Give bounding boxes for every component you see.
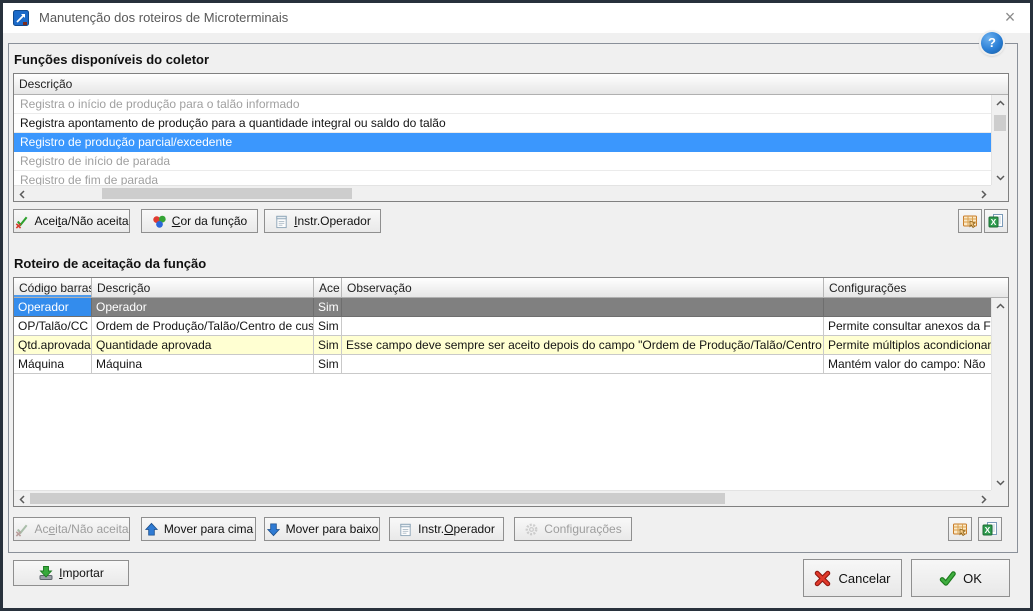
excel-icon: X (988, 213, 1004, 229)
scroll-right-icon[interactable] (976, 186, 991, 202)
functions-list-rows: Registra o início de produção para o tal… (14, 95, 991, 185)
cell-codigo: Máquina (14, 355, 92, 374)
cell-ace: Sim (314, 336, 342, 355)
notepad-icon (274, 214, 289, 229)
cell-ace: Sim (314, 298, 342, 317)
titlebar: Manutenção dos roteiros de Microterminai… (3, 3, 1030, 33)
column-header-ace[interactable]: Ace (314, 278, 342, 297)
cell-observacao (342, 298, 824, 317)
check-x-icon (14, 214, 29, 229)
cancelar-button[interactable]: Cancelar (803, 559, 902, 597)
import-icon (38, 565, 54, 581)
function-row[interactable]: Registra apontamento de produção para a … (14, 114, 991, 133)
grid-hand-icon (962, 213, 978, 229)
cell-configuracoes: Permite múltiplos acondicionament (824, 336, 991, 355)
excel-export-button[interactable]: X (984, 209, 1008, 233)
cell-codigo: Qtd.aprovada (14, 336, 92, 355)
aceita-nao-aceita-button[interactable]: Aceita/Não aceita (13, 209, 130, 233)
notepad-icon (398, 522, 413, 537)
grid-export-button[interactable] (958, 209, 982, 233)
scroll-left-icon[interactable] (14, 491, 29, 507)
cell-observacao (342, 355, 824, 374)
roteiro-row[interactable]: Operador Operador Sim (14, 298, 991, 317)
cell-codigo: Operador (14, 298, 92, 317)
aceita-nao-aceita-button-2[interactable]: Aceita/Não aceita (13, 517, 130, 541)
function-row[interactable]: Registro de produção parcial/excedente (14, 133, 991, 152)
roteiro-hscrollbar[interactable] (14, 490, 991, 506)
cell-configuracoes: Mantém valor do campo: Não (824, 355, 991, 374)
function-row[interactable]: Registro de início de parada (14, 152, 991, 171)
scroll-right-icon[interactable] (976, 491, 991, 507)
cell-configuracoes: Permite consultar anexos da Form (824, 317, 991, 336)
roteiro-table-rows: Operador Operador Sim OP/Talão/CC Ordem de P… (14, 298, 991, 490)
instr-operador-button[interactable]: Instr.Operador (264, 209, 381, 233)
hscroll-thumb[interactable] (30, 493, 725, 504)
check-x-icon (14, 522, 29, 537)
functions-listbox: Descrição Registra o início de produção … (13, 73, 1009, 202)
roteiro-row[interactable]: Qtd.aprovada Quantidade aprovada Sim Esse c… (14, 336, 991, 355)
roteiro-table-header: Código barras Descrição Ace Observação C… (14, 278, 1008, 298)
app-icon (13, 10, 29, 26)
importar-button[interactable]: Importar (13, 560, 129, 586)
cell-configuracoes (824, 298, 991, 317)
functions-list-header[interactable]: Descrição (14, 74, 1008, 95)
configuracoes-button[interactable]: Configurações (514, 517, 632, 541)
excel-icon: X (982, 521, 998, 537)
cell-descricao: Operador (92, 298, 314, 317)
instr-operador-button-2[interactable]: Instr.Operador (389, 517, 504, 541)
arrow-down-icon (266, 522, 281, 537)
arrow-up-icon (144, 522, 159, 537)
mover-para-cima-button[interactable]: Mover para cima (141, 517, 256, 541)
dialog-window: Manutenção dos roteiros de Microterminai… (0, 0, 1033, 611)
roteiro-row[interactable]: OP/Talão/CC Ordem de Produção/Talão/Centr… (14, 317, 991, 336)
column-header-codigo[interactable]: Código barras (14, 278, 92, 297)
roteiro-row[interactable]: Máquina Máquina Sim Mantém valor do campo: … (14, 355, 991, 374)
cell-observacao: Esse campo deve sempre ser aceito depois… (342, 336, 824, 355)
gear-icon (524, 522, 539, 537)
cell-ace: Sim (314, 355, 342, 374)
cell-descricao: Ordem de Produção/Talão/Centro de custo (92, 317, 314, 336)
ok-button[interactable]: OK (911, 559, 1010, 597)
color-circles-icon (152, 214, 167, 229)
scroll-up-icon[interactable] (992, 95, 1009, 110)
functions-section-title: Funções disponíveis do coletor (14, 52, 210, 67)
scrollbar-corner (991, 490, 1008, 506)
vscroll-thumb[interactable] (994, 115, 1006, 131)
grid-export-button-2[interactable] (948, 517, 972, 541)
cell-ace: Sim (314, 317, 342, 336)
scroll-left-icon[interactable] (14, 186, 29, 202)
cell-descricao: Quantidade aprovada (92, 336, 314, 355)
help-icon[interactable]: ? (981, 32, 1003, 54)
window-title: Manutenção dos roteiros de Microterminai… (39, 10, 289, 25)
ok-check-icon (939, 570, 956, 587)
mover-para-baixo-button[interactable]: Mover para baixo (264, 517, 380, 541)
cell-observacao (342, 317, 824, 336)
roteiro-vscrollbar[interactable] (991, 298, 1008, 490)
functions-hscrollbar[interactable] (14, 185, 991, 201)
hscroll-thumb[interactable] (102, 188, 352, 199)
functions-vscrollbar[interactable] (991, 95, 1008, 185)
roteiro-section-title: Roteiro de aceitação da função (14, 256, 207, 271)
cell-descricao: Máquina (92, 355, 314, 374)
function-row[interactable]: Registra o início de produção para o tal… (14, 95, 991, 114)
cancel-x-icon (814, 570, 831, 587)
column-header-descricao2[interactable]: Descrição (92, 278, 314, 297)
scrollbar-corner (991, 185, 1008, 201)
scroll-down-icon[interactable] (992, 475, 1009, 490)
column-header-configuracoes[interactable]: Configurações (824, 278, 1008, 297)
scroll-up-icon[interactable] (992, 298, 1009, 313)
svg-text:X: X (991, 217, 997, 227)
column-header-observacao[interactable]: Observação (342, 278, 824, 297)
excel-export-button-2[interactable]: X (978, 517, 1002, 541)
roteiro-table: Código barras Descrição Ace Observação C… (13, 277, 1009, 507)
grid-hand-icon (952, 521, 968, 537)
function-row[interactable]: Registro de fim de parada (14, 171, 991, 185)
column-header-descricao[interactable]: Descrição (14, 74, 1008, 94)
cor-da-funcao-button[interactable]: Cor da função (141, 209, 258, 233)
cell-codigo: OP/Talão/CC (14, 317, 92, 336)
svg-text:X: X (985, 525, 991, 535)
scroll-down-icon[interactable] (992, 170, 1009, 185)
close-icon[interactable]: × (994, 3, 1026, 33)
